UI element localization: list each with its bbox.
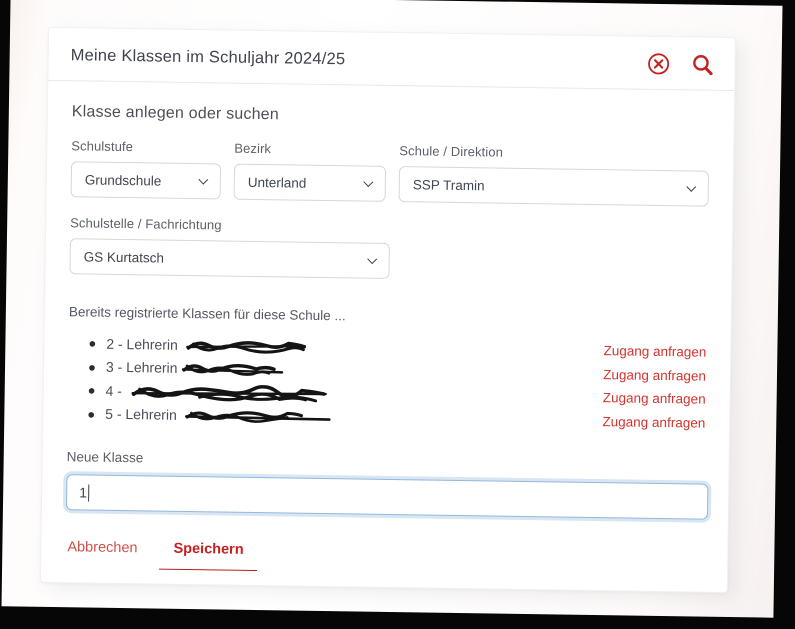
search-icon[interactable] [690, 52, 714, 76]
redacted-name-scribble [130, 383, 330, 404]
selected-value: GS Kurtatsch [84, 249, 165, 265]
redacted-name-scribble [186, 338, 308, 356]
close-icon[interactable] [646, 52, 670, 76]
input-value: 1 [79, 484, 87, 500]
selected-value: Grundschule [85, 172, 162, 188]
page-background: Meine Klassen im Schuljahr 2024/25 [2, 0, 783, 618]
class-label: 5 - Lehrerin [105, 406, 181, 423]
bezirk-select[interactable]: Unterland [234, 164, 387, 202]
chevron-down-icon [363, 177, 373, 187]
new-class-section: Neue Klasse 1 [66, 449, 705, 519]
field-label: Bezirk [234, 141, 386, 158]
text-cursor [88, 484, 90, 501]
bullet-icon: ● [88, 337, 96, 350]
field-label: Schulstufe [71, 138, 221, 155]
class-label: 3 - Lehrerin [106, 359, 178, 376]
dialog-footer: Abbrechen Speichern [65, 537, 703, 577]
bullet-icon: ● [88, 384, 96, 397]
class-label: 4 - [105, 383, 125, 399]
request-access-link[interactable]: Zugang anfragen [603, 367, 706, 384]
field-schulstufe: Schulstufe Grundschule [71, 138, 222, 199]
field-schulstelle: Schulstelle / Fachrichtung GS Kurtatsch [69, 215, 390, 279]
chevron-down-icon [198, 174, 208, 184]
dialog-title: Meine Klassen im Schuljahr 2024/25 [71, 46, 346, 69]
new-class-input[interactable]: 1 [66, 474, 708, 520]
spacer [333, 417, 603, 421]
request-access-link[interactable]: Zugang anfragen [603, 343, 706, 360]
bullet-icon: ● [88, 360, 96, 373]
bullet-icon: ● [87, 407, 95, 420]
request-access-link[interactable]: Zugang anfragen [602, 414, 705, 431]
redacted-name-scribble [181, 361, 285, 379]
chevron-down-icon [367, 254, 377, 264]
new-class-label: Neue Klasse [67, 449, 705, 473]
field-label: Schulstelle / Fachrichtung [70, 215, 390, 235]
spacer [285, 370, 603, 375]
schulstelle-select[interactable]: GS Kurtatsch [69, 238, 389, 279]
save-button[interactable]: Speichern [159, 539, 258, 571]
screenshot-frame: Meine Klassen im Schuljahr 2024/25 [0, 0, 795, 629]
spacer [308, 347, 604, 351]
section-title: Klasse anlegen oder suchen [72, 103, 710, 130]
dialog-body: Klasse anlegen oder suchen Schulstufe Gr… [41, 81, 734, 578]
request-access-link[interactable]: Zugang anfragen [603, 390, 706, 407]
cancel-button[interactable]: Abbrechen [67, 537, 137, 558]
class-label: 2 - Lehrerin [106, 336, 182, 353]
header-icons [646, 52, 714, 77]
field-schule-direktion: Schule / Direktion SSP Tramin [399, 143, 710, 207]
selected-value: Unterland [248, 174, 307, 190]
spacer [330, 394, 603, 398]
klassen-dialog: Meine Klassen im Schuljahr 2024/25 [40, 27, 736, 593]
schulstufe-select[interactable]: Grundschule [71, 161, 222, 199]
registered-classes-section: Bereits registrierte Klassen für diese S… [67, 304, 707, 434]
registered-classes-list: ● 2 - Lehrerin Zugang anfragen ● [67, 331, 706, 434]
field-label: Schule / Direktion [399, 143, 709, 163]
chevron-down-icon [686, 181, 696, 191]
schule-direktion-select[interactable]: SSP Tramin [399, 166, 709, 207]
redacted-name-scribble [185, 408, 333, 426]
registered-classes-heading: Bereits registrierte Klassen für diese S… [69, 304, 707, 328]
field-bezirk: Bezirk Unterland [234, 141, 387, 202]
select-row: Schulstufe Grundschule Bezirk Unterland [71, 138, 710, 206]
selected-value: SSP Tramin [413, 177, 485, 193]
